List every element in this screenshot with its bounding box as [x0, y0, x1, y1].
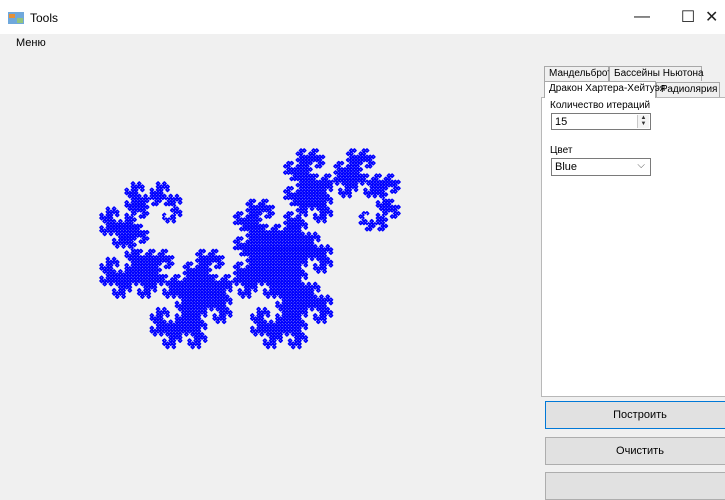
- dragon-fractal: [99, 148, 401, 350]
- dragon-curve-path: [99, 148, 401, 350]
- tab-newton-basins[interactable]: Бассейны Ньютона: [609, 66, 704, 81]
- close-icon: ✕: [705, 9, 719, 26]
- build-button-label: Построить: [613, 409, 667, 421]
- extra-button[interactable]: [545, 472, 725, 500]
- chevron-down-icon: ⌵: [637, 160, 645, 171]
- title-bar: Tools — ☐ ✕: [0, 0, 725, 34]
- app-icon: [8, 12, 24, 24]
- spin-down-icon[interactable]: ▼: [638, 121, 649, 127]
- iterations-input[interactable]: 15 ▲ ▼: [551, 113, 651, 130]
- tab-mandelbrot[interactable]: Мандельброт: [544, 66, 612, 81]
- tab-panel: [541, 97, 725, 397]
- color-select[interactable]: Blue ⌵: [551, 158, 651, 176]
- iterations-value: 15: [555, 116, 568, 128]
- tab-radiolaria[interactable]: Радиолярия: [656, 82, 720, 97]
- minimize-button[interactable]: —: [619, 0, 665, 34]
- fractal-canvas[interactable]: [0, 54, 540, 488]
- iterations-label: Количество итераций: [550, 100, 651, 111]
- iterations-spinner[interactable]: ▲ ▼: [637, 115, 649, 128]
- color-label: Цвет: [550, 145, 573, 156]
- window-title: Tools: [30, 11, 59, 25]
- tab-harter-heighway-dragon[interactable]: Дракон Хартера-Хейтуэя: [544, 81, 665, 98]
- color-select-value: Blue: [555, 161, 578, 173]
- maximize-icon: ☐: [680, 9, 696, 26]
- minimize-icon: —: [634, 8, 650, 25]
- clear-button-label: Очистить: [616, 445, 664, 457]
- clear-button[interactable]: Очистить: [545, 437, 725, 465]
- menu-bar: Меню: [0, 34, 725, 54]
- build-button[interactable]: Построить: [545, 401, 725, 429]
- close-button[interactable]: ✕: [705, 0, 725, 34]
- menu-item-menu[interactable]: Меню: [16, 37, 46, 49]
